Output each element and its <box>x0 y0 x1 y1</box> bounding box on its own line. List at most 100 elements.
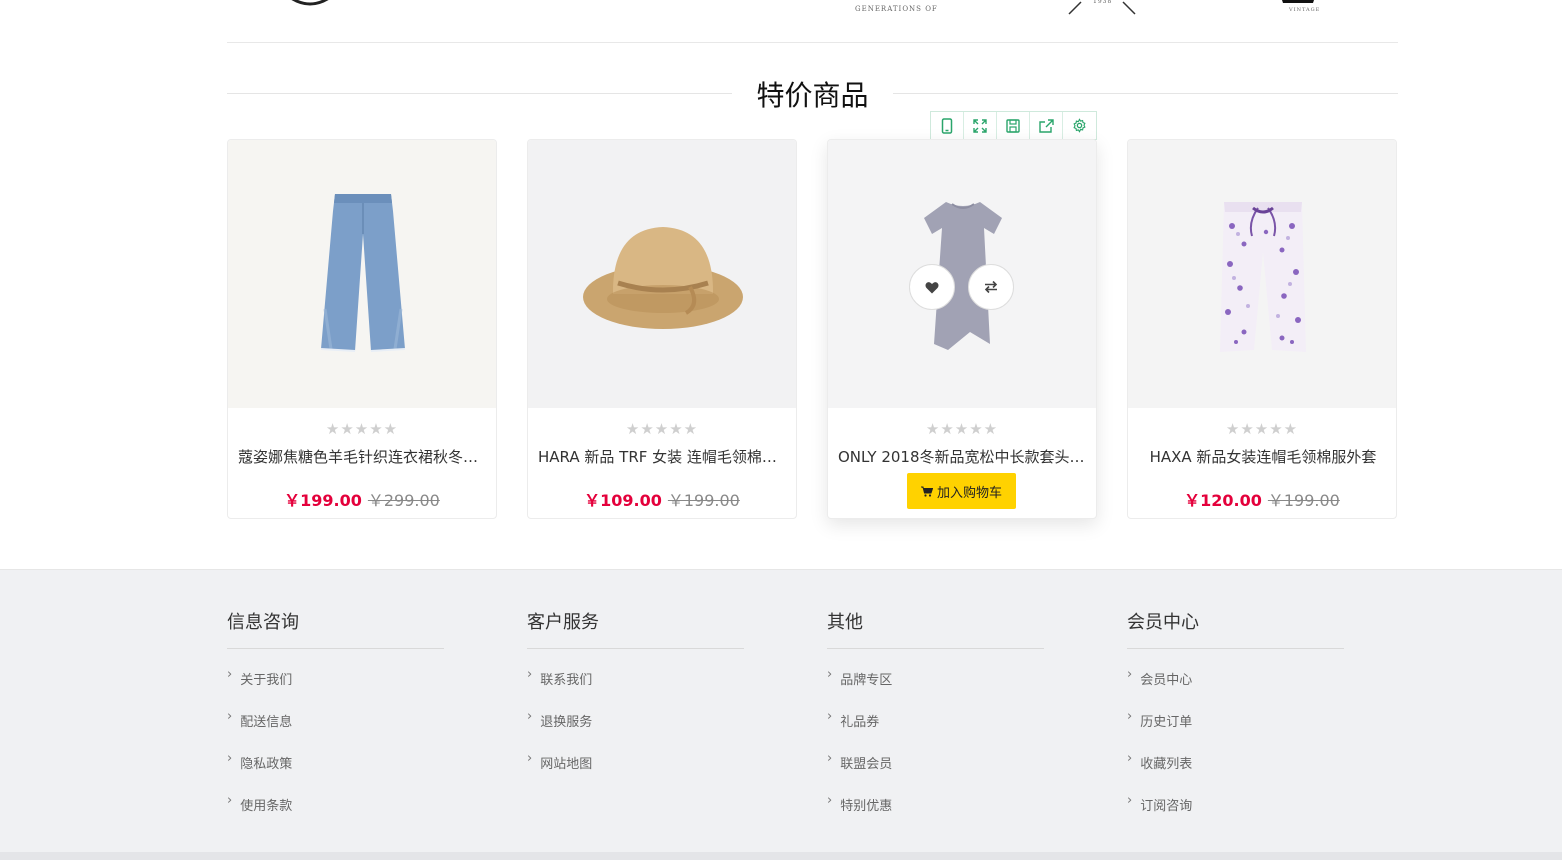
footer-link[interactable]: › 收藏列表 <box>1127 751 1344 795</box>
footer-column-member: 会员中心 › 会员中心 › 历史订单 › 收藏列表 › 订阅咨询 <box>1127 608 1344 837</box>
footer-link-label[interactable]: 订阅咨询 <box>1140 795 1192 814</box>
footer-link[interactable]: › 历史订单 <box>1127 709 1344 753</box>
brand-logo-2-text: GENERATIONS OF STYLE <box>855 5 938 13</box>
chevron-right-icon: › <box>1127 793 1133 808</box>
footer-link-label[interactable]: 退换服务 <box>540 711 592 730</box>
section-header: 特价商品 <box>227 72 1398 116</box>
wishlist-button[interactable] <box>909 264 955 310</box>
footer-link-label[interactable]: 品牌专区 <box>840 669 892 688</box>
footer-link[interactable]: › 会员中心 <box>1127 667 1344 711</box>
mobile-icon[interactable] <box>931 112 964 139</box>
chevron-right-icon: › <box>827 709 833 724</box>
footer-link[interactable]: › 联系我们 <box>527 667 744 711</box>
footer-link[interactable]: › 隐私政策 <box>227 751 444 795</box>
footer-link[interactable]: › 礼品券 <box>827 709 1044 753</box>
chevron-right-icon: › <box>227 793 233 808</box>
settings-icon[interactable] <box>1063 112 1096 139</box>
footer-link[interactable]: › 退换服务 <box>527 709 744 753</box>
add-to-cart-button[interactable]: 加入购物车 <box>907 473 1016 509</box>
footer-bottom-bar <box>0 852 1562 860</box>
current-price: ￥199.00 <box>284 491 362 510</box>
current-price: ￥109.00 <box>584 491 662 510</box>
page: GENERATIONS OF STYLE 1938 VINTAGE 特价商品 <box>0 0 1562 860</box>
chevron-right-icon: › <box>827 751 833 766</box>
compare-button[interactable] <box>968 264 1014 310</box>
brand-logo-2[interactable]: GENERATIONS OF STYLE <box>855 0 955 14</box>
product-card[interactable]: ★★★★★ HAXA 新品女装连帽毛领棉服外套 ￥120.00 ￥199.00 <box>1127 139 1397 519</box>
rating-stars: ★★★★★ <box>1225 420 1299 438</box>
brand-logo-3[interactable]: 1938 <box>1067 0 1137 18</box>
product-image-t-shirt-dress[interactable] <box>828 140 1096 408</box>
footer-link-label[interactable]: 网站地图 <box>540 753 592 772</box>
add-to-cart-label: 加入购物车 <box>936 485 1002 501</box>
footer-link-label[interactable]: 联盟会员 <box>840 753 892 772</box>
title-divider-right <box>893 93 1398 94</box>
footer-column-other: 其他 › 品牌专区 › 礼品券 › 联盟会员 › 特别优惠 <box>827 608 1044 837</box>
brand-logo-4[interactable]: VINTAGE <box>1275 0 1325 18</box>
chevron-right-icon: › <box>827 793 833 808</box>
footer-link-label[interactable]: 配送信息 <box>240 711 292 730</box>
rating-stars: ★★★★★ <box>925 420 999 438</box>
product-card[interactable]: ★★★★★ HARA 新品 TRF 女装 连帽毛领棉服外套 ￥109.00 ￥19… <box>527 139 797 519</box>
footer-column-title: 其他 <box>827 608 1044 649</box>
footer-link-label[interactable]: 隐私政策 <box>240 753 292 772</box>
current-price: ￥120.00 <box>1184 491 1262 510</box>
footer: 信息咨询 › 关于我们 › 配送信息 › 隐私政策 › 使用条款 客户服务 › 联系我们 … <box>0 569 1562 860</box>
brand-logo-1[interactable] <box>285 0 335 18</box>
product-image-jeans[interactable] <box>228 140 496 408</box>
chevron-right-icon: › <box>527 709 533 724</box>
footer-column-info: 信息咨询 › 关于我们 › 配送信息 › 隐私政策 › 使用条款 <box>227 608 444 837</box>
footer-link[interactable]: › 订阅咨询 <box>1127 793 1344 837</box>
footer-link[interactable]: › 配送信息 <box>227 709 444 753</box>
footer-link-label[interactable]: 历史订单 <box>1140 711 1192 730</box>
product-image-floral-pants[interactable] <box>1128 140 1396 408</box>
footer-link-label[interactable]: 关于我们 <box>240 669 292 688</box>
rating-stars: ★★★★★ <box>625 420 699 438</box>
product-name[interactable]: ONLY 2018冬新品宽松中长款套头连衣裙 <box>838 446 1088 467</box>
product-image-straw-hat[interactable] <box>528 140 796 408</box>
footer-link[interactable]: › 网站地图 <box>527 751 744 795</box>
cart-icon <box>920 486 933 497</box>
footer-link-label[interactable]: 特别优惠 <box>840 795 892 814</box>
floating-toolbar <box>930 111 1097 140</box>
product-card[interactable]: ★★★★★ 蔻姿娜焦糖色羊毛针织连衣裙秋冬新款 ￥199.00 ￥299.00 <box>227 139 497 519</box>
footer-column-title: 客户服务 <box>527 608 744 649</box>
chevron-right-icon: › <box>1127 667 1133 682</box>
original-price: ￥199.00 <box>667 491 740 510</box>
fullscreen-icon[interactable] <box>964 112 997 139</box>
footer-link[interactable]: › 使用条款 <box>227 793 444 837</box>
chevron-right-icon: › <box>227 751 233 766</box>
footer-link-label[interactable]: 联系我们 <box>540 669 592 688</box>
chevron-right-icon: › <box>827 667 833 682</box>
chevron-right-icon: › <box>227 667 233 682</box>
footer-link-label[interactable]: 使用条款 <box>240 795 292 814</box>
chevron-right-icon: › <box>1127 751 1133 766</box>
product-name[interactable]: 蔻姿娜焦糖色羊毛针织连衣裙秋冬新款 <box>238 446 488 467</box>
product-price: ￥199.00 ￥299.00 <box>228 487 496 511</box>
footer-link[interactable]: › 关于我们 <box>227 667 444 711</box>
brand-strip: GENERATIONS OF STYLE 1938 VINTAGE <box>227 0 1398 43</box>
footer-link-label[interactable]: 收藏列表 <box>1140 753 1192 772</box>
product-card[interactable]: ★★★★★ ONLY 2018冬新品宽松中长款套头连衣裙 加入购物车 <box>827 139 1097 519</box>
footer-link[interactable]: › 品牌专区 <box>827 667 1044 711</box>
chevron-right-icon: › <box>227 709 233 724</box>
product-price: ￥120.00 ￥199.00 <box>1128 487 1396 511</box>
footer-link-label[interactable]: 礼品券 <box>840 711 879 730</box>
brand-logo-3-text: 1938 <box>1093 0 1113 5</box>
chevron-right-icon: › <box>527 751 533 766</box>
save-icon[interactable] <box>997 112 1030 139</box>
footer-link[interactable]: › 特别优惠 <box>827 793 1044 837</box>
footer-link[interactable]: › 联盟会员 <box>827 751 1044 795</box>
product-name[interactable]: HARA 新品 TRF 女装 连帽毛领棉服外套 <box>538 446 788 467</box>
exchange-icon <box>984 280 998 294</box>
chevron-right-icon: › <box>1127 709 1133 724</box>
chevron-right-icon: › <box>527 667 533 682</box>
share-icon[interactable] <box>1030 112 1063 139</box>
footer-column-title: 会员中心 <box>1127 608 1344 649</box>
product-name[interactable]: HAXA 新品女装连帽毛领棉服外套 <box>1138 446 1388 467</box>
section-title: 特价商品 <box>756 79 869 112</box>
brand-logo-4-text: VINTAGE <box>1289 7 1321 13</box>
heart-icon <box>925 281 939 293</box>
footer-link-label[interactable]: 会员中心 <box>1140 669 1192 688</box>
rating-stars: ★★★★★ <box>325 420 399 438</box>
